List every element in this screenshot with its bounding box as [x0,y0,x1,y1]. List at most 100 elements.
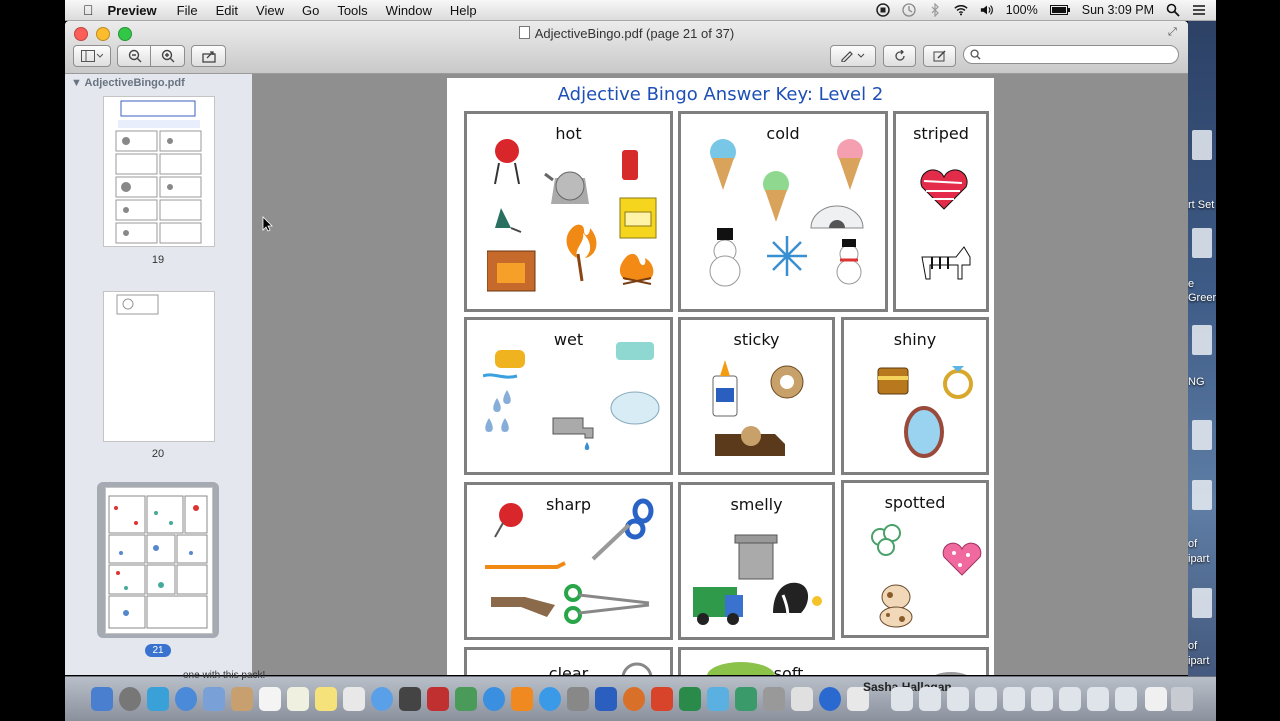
desktop-file-icon[interactable] [1192,420,1212,450]
document-stack-icon[interactable] [1031,687,1053,711]
app-icon[interactable] [707,687,729,711]
sharp-pictures [485,498,654,624]
bluetooth-icon[interactable] [928,3,942,17]
document-stack-icon[interactable] [1003,687,1025,711]
desktop-file-icon[interactable] [1192,130,1212,160]
mission-control-icon[interactable] [147,687,169,711]
downloads-stack-icon[interactable] [1145,687,1167,711]
page-thumbnail-19[interactable] [103,96,215,247]
desktop-label[interactable]: ipart [1188,553,1216,565]
messages-icon[interactable] [371,687,393,711]
document-stack-icon[interactable] [1115,687,1137,711]
office-icon[interactable] [623,687,645,711]
cell-word: striped [913,124,969,143]
mail-icon[interactable] [203,687,225,711]
document-view[interactable]: Adjective Bingo Answer Key: Level 2 hot [252,74,1188,675]
desktop-label[interactable]: e [1188,278,1216,290]
app-store-icon[interactable] [539,687,561,711]
desktop-file-icon[interactable] [1192,588,1212,618]
excel-icon[interactable] [679,687,701,711]
menu-clock[interactable]: Sun 3:09 PM [1082,3,1154,17]
menu-go[interactable]: Go [302,3,319,18]
reminders-icon[interactable] [343,687,365,711]
document-stack-icon[interactable] [1087,687,1109,711]
finder-icon[interactable] [91,687,113,711]
trash-icon[interactable] [1171,687,1193,711]
desktop-label[interactable]: of [1188,640,1216,652]
page-thumbnail-20[interactable] [103,291,215,442]
notes-icon[interactable] [287,687,309,711]
bingo-cell-sticky: sticky [678,317,835,475]
page-thumbnail-21[interactable] [105,487,213,634]
zoom-out-button[interactable] [117,45,152,67]
battery-icon[interactable] [1049,3,1070,17]
desktop-label[interactable]: NG [1188,376,1216,388]
stickies-icon[interactable] [315,687,337,711]
desktop-file-icon[interactable] [1192,325,1212,355]
cell-word: smelly [730,495,783,514]
document-stack-icon[interactable] [919,687,941,711]
menu-help[interactable]: Help [450,3,477,18]
menu-view[interactable]: View [256,3,284,18]
rotate-button[interactable] [883,45,916,67]
desktop-label[interactable]: of [1188,538,1216,550]
wifi-icon[interactable] [954,3,968,17]
cell-word: spotted [884,493,946,512]
apple-menu-icon[interactable]:  [83,2,94,18]
word-icon[interactable] [595,687,617,711]
menu-app-name[interactable]: Preview [108,3,157,18]
page-number-label: 20 [151,448,165,460]
search-input[interactable] [963,45,1179,64]
app-icon[interactable] [763,687,785,711]
document-stack-icon[interactable] [975,687,997,711]
page-number-badge: 21 [145,644,171,657]
desktop-label[interactable]: rt Set [1188,199,1216,211]
page-thumbnail-preview [115,100,202,244]
edit-toolbar-button[interactable] [923,45,956,67]
desktop-label[interactable]: ipart [1188,655,1216,667]
photo-booth-icon[interactable] [427,687,449,711]
share-button[interactable] [191,45,226,67]
system-preferences-icon[interactable] [567,687,589,711]
preview-icon[interactable] [791,687,813,711]
notification-center-icon[interactable] [1192,3,1206,17]
itunes-icon[interactable] [483,687,505,711]
volume-icon[interactable] [980,3,994,17]
menu-file[interactable]: File [177,3,198,18]
shiny-pictures [877,366,973,458]
spotlight-search-icon[interactable] [1166,3,1180,17]
menu-edit[interactable]: Edit [216,3,238,18]
fullscreen-icon[interactable]: ⤢ [1168,26,1180,38]
record-icon[interactable] [876,3,890,17]
launchpad-icon[interactable] [119,687,141,711]
menu-tools[interactable]: Tools [337,3,367,18]
desktop-label[interactable]: Greer [1188,292,1216,304]
document-stack-icon[interactable] [891,687,913,711]
zoom-in-button[interactable] [150,45,185,67]
document-stack-icon[interactable] [947,687,969,711]
sidebar-file-header[interactable]: ▼ AdjectiveBingo.pdf [71,77,185,89]
document-stack-icon[interactable] [1059,687,1081,711]
time-machine-icon[interactable] [902,3,916,17]
cell-word: shiny [893,330,937,349]
annotate-button[interactable] [830,45,876,67]
ibooks-icon[interactable] [511,687,533,711]
desktop-file-icon[interactable] [1192,228,1212,258]
powerpoint-icon[interactable] [651,687,673,711]
menu-window[interactable]: Window [386,3,432,18]
quicktime-icon[interactable] [819,687,841,711]
desktop-file-icon[interactable] [1192,480,1212,510]
preview-window: AdjectiveBingo.pdf (page 21 of 37) ⤢ ▼ A [65,21,1188,675]
striped-pictures [920,169,971,280]
safari-icon[interactable] [175,687,197,711]
iphoto-icon[interactable] [455,687,477,711]
bingo-cell-sharp: sharp [464,482,673,640]
facetime-icon[interactable] [399,687,421,711]
zoom-in-icon [161,49,174,63]
edit-toolbar-icon [933,50,946,62]
sidebar-view-button[interactable] [73,45,111,67]
contacts-icon[interactable] [231,687,253,711]
app-icon[interactable] [735,687,757,711]
battery-percent[interactable]: 100% [1006,3,1038,17]
calendar-icon[interactable] [259,687,281,711]
